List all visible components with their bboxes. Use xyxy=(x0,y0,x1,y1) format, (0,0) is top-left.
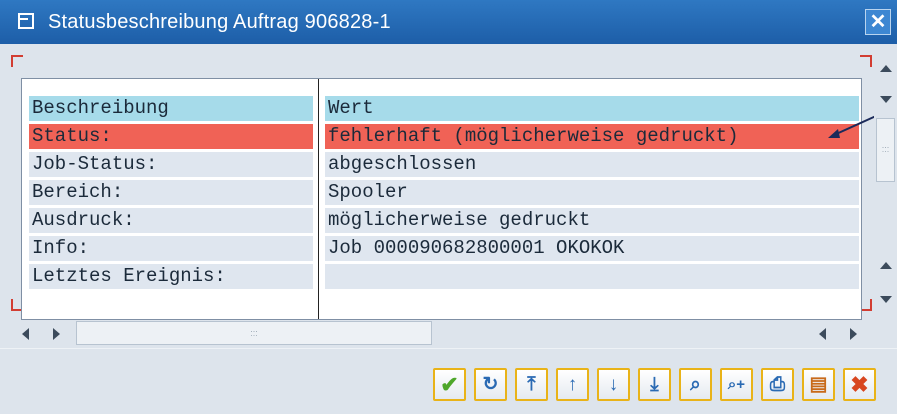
local-file-button[interactable]: ▤ xyxy=(802,368,835,401)
last-page-icon: ⤓ xyxy=(650,374,659,395)
row-label: Info: xyxy=(29,236,313,261)
row-label: Letztes Ereignis: xyxy=(29,264,313,289)
first-page-icon: ⤒ xyxy=(527,374,536,395)
cancel-icon: ✖ xyxy=(850,372,869,397)
scroll-up-lower-icon[interactable] xyxy=(880,262,892,269)
row-value: abgeschlossen xyxy=(325,152,859,177)
binoculars-icon: ⌕ xyxy=(690,374,701,395)
next-page-button[interactable]: ↓ xyxy=(597,368,630,401)
dialog-title-bar: Statusbeschreibung Auftrag 906828-1 ✕ xyxy=(0,0,897,44)
toolbar-separator xyxy=(0,348,897,349)
last-page-button[interactable]: ⤓ xyxy=(638,368,671,401)
printer-icon: ⎙ xyxy=(769,374,786,395)
dialog-window-icon xyxy=(18,13,34,29)
print-button[interactable]: ⎙ xyxy=(761,368,794,401)
scroll-left-right-pane-icon[interactable] xyxy=(819,328,826,340)
local-file-icon: ▤ xyxy=(809,374,828,395)
status-table: Beschreibung Wert Status: fehlerhaft (mö… xyxy=(21,78,862,320)
binoculars-plus-icon: ⌕+ xyxy=(727,376,746,393)
scroll-up-icon[interactable] xyxy=(880,65,892,72)
vertical-scroll-thumb[interactable]: ::: xyxy=(876,118,895,182)
column-header-value[interactable]: Wert xyxy=(325,96,859,121)
refresh-icon: ↻ xyxy=(482,374,499,395)
find-button[interactable]: ⌕ xyxy=(679,368,712,401)
row-label: Job-Status: xyxy=(29,152,313,177)
find-next-button[interactable]: ⌕+ xyxy=(720,368,753,401)
scroll-down-lower-icon[interactable] xyxy=(880,296,892,303)
close-button[interactable]: ✕ xyxy=(865,9,891,35)
column-divider[interactable] xyxy=(318,79,319,319)
scroll-down-icon[interactable] xyxy=(880,96,892,103)
annotation-arrow xyxy=(828,115,877,138)
check-icon: ✔ xyxy=(440,372,459,397)
focus-corner-top-left xyxy=(11,55,23,67)
row-value: möglicherweise gedruckt xyxy=(325,208,859,233)
scroll-left-icon[interactable] xyxy=(22,328,29,340)
row-label: Ausdruck: xyxy=(29,208,313,233)
focus-corner-top-right xyxy=(860,55,872,67)
horizontal-scroll-thumb[interactable]: ::: xyxy=(76,321,432,345)
refresh-button[interactable]: ↻ xyxy=(474,368,507,401)
vertical-scrollbar[interactable]: ::: xyxy=(874,58,897,320)
previous-page-icon: ↑ xyxy=(567,374,578,395)
horizontal-scrollbar[interactable]: ::: xyxy=(0,320,872,348)
row-label: Status: xyxy=(29,124,313,149)
row-value: fehlerhaft (möglicherweise gedruckt) xyxy=(325,124,859,149)
row-value: Job 000090682800001 OKOKOK xyxy=(325,236,859,261)
first-page-button[interactable]: ⤒ xyxy=(515,368,548,401)
cancel-button[interactable]: ✖ xyxy=(843,368,876,401)
row-label: Bereich: xyxy=(29,180,313,205)
column-header-description[interactable]: Beschreibung xyxy=(29,96,313,121)
confirm-button[interactable]: ✔ xyxy=(433,368,466,401)
dialog-toolbar: ✔ ↻ ⤒ ↑ ↓ ⤓ ⌕ ⌕+ ⎙ ▤ ✖ xyxy=(0,348,897,414)
row-value xyxy=(325,264,859,289)
next-page-icon: ↓ xyxy=(608,374,619,395)
dialog-content: Beschreibung Wert Status: fehlerhaft (mö… xyxy=(0,44,877,320)
row-value: Spooler xyxy=(325,180,859,205)
scroll-right-right-pane-icon[interactable] xyxy=(850,328,857,340)
dialog-title: Statusbeschreibung Auftrag 906828-1 xyxy=(48,11,391,33)
previous-page-button[interactable]: ↑ xyxy=(556,368,589,401)
scroll-right-icon[interactable] xyxy=(53,328,60,340)
